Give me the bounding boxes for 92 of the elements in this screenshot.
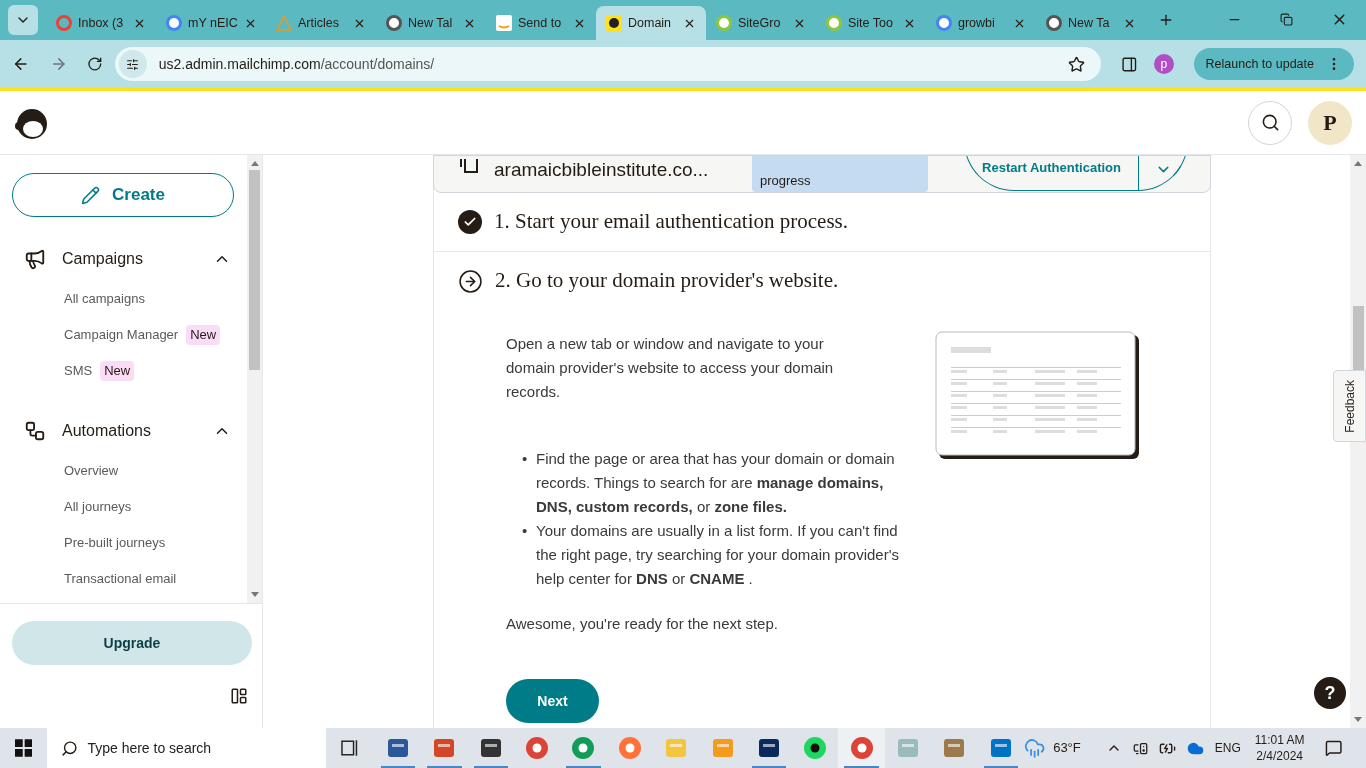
scroll-up-icon[interactable] [250, 161, 259, 166]
copy-icon[interactable] [460, 159, 478, 173]
relaunch-button[interactable]: Relaunch to update [1193, 48, 1354, 80]
account-avatar[interactable]: P [1308, 100, 1352, 145]
favicon-icon [276, 15, 292, 31]
nav-item[interactable]: Transactional email [64, 569, 177, 589]
ready-message: Awesome, you're ready for the next step. [506, 614, 779, 634]
nav-item[interactable]: All journeys [64, 497, 132, 517]
address-field[interactable]: us2.admin.mailchimp.com/account/domains/ [114, 47, 1102, 81]
nav-item[interactable]: All campaigns [64, 289, 145, 309]
favicon-icon [1046, 15, 1062, 31]
search-icon [61, 740, 79, 757]
restore-icon[interactable] [1280, 13, 1293, 26]
notifications-icon[interactable] [1324, 739, 1342, 757]
next-button[interactable]: Next [506, 679, 599, 723]
tab-search-button[interactable] [8, 5, 38, 35]
nav-item[interactable]: Campaign Manager [64, 325, 179, 345]
device-icon[interactable] [1132, 740, 1148, 756]
status-badge: progress [752, 156, 928, 192]
nav-item[interactable]: SMS [64, 361, 93, 381]
task-view-icon[interactable] [340, 739, 360, 757]
scrollbar-thumb[interactable] [249, 170, 260, 370]
nav-section[interactable]: Campaigns [12, 237, 235, 281]
tab-title: Send to [518, 14, 563, 32]
scrollbar-thumb[interactable] [1352, 306, 1364, 371]
url-text: us2.admin.mailchimp.com/account/domains/ [158, 54, 436, 74]
site-info-button[interactable] [118, 50, 147, 78]
favicon-icon [716, 15, 732, 31]
new-tab-icon[interactable] [1158, 12, 1174, 28]
help-button[interactable]: ? [1314, 677, 1346, 709]
step-title[interactable]: 1. Start your email authentication process. [494, 206, 848, 238]
workflow-icon [24, 420, 46, 442]
weather-icon[interactable] [1023, 737, 1046, 759]
favicon-icon [166, 15, 182, 31]
upgrade-button[interactable]: Upgrade [12, 621, 252, 665]
site-settings-icon [126, 57, 140, 71]
tab-title: Inbox (3 [78, 14, 125, 32]
side-panel-icon[interactable] [1121, 55, 1139, 73]
favicon-icon [386, 15, 402, 31]
tab-title: New Ta [1068, 14, 1111, 32]
tab-title: SiteGro [738, 14, 782, 32]
tab-title: Domain [628, 14, 673, 32]
browser-tab[interactable]: Domain [596, 6, 706, 40]
new-badge: New [100, 361, 135, 381]
clock[interactable]: 11:01 AM 2/4/2024 [1254, 732, 1305, 764]
scroll-down-icon[interactable] [1354, 717, 1362, 722]
domain-name: aramaicbibleinstitute.co... [494, 160, 710, 179]
browser-tab[interactable]: SiteGro [706, 6, 816, 40]
windows-start-icon[interactable] [15, 739, 33, 757]
step-description: Open a new tab or window and navigate to your domain provider's website to access your domain records. [506, 334, 835, 402]
instruction-text: Find the page or area that has your domain or domain records. Things to search for are manage domains, DNS, custom records, or zone files. [536, 449, 896, 517]
tab-title: Articles [298, 14, 340, 32]
browser-tab[interactable]: growbi [926, 6, 1036, 40]
bookmark-star-icon[interactable] [1068, 55, 1086, 73]
favicon-icon [606, 15, 622, 31]
scrollbar[interactable] [247, 155, 262, 603]
instruction-text: Your domains are usually in a list form. If you can't find the right page, try searching for your domain provider's help center for DNS or CNAME . [536, 521, 901, 589]
browser-tab[interactable]: Inbox (3 [46, 6, 156, 40]
search-icon [1260, 113, 1280, 132]
favicon-icon [936, 15, 952, 31]
profile-avatar[interactable]: p [1154, 54, 1174, 74]
new-badge: New [186, 325, 221, 345]
tab-title: mY nEIC [188, 14, 238, 32]
language-indicator[interactable]: ENG [1214, 739, 1241, 757]
favicon-icon [496, 15, 512, 31]
browser-tab[interactable]: New Tal [376, 6, 486, 40]
browser-tab[interactable]: New Ta [1036, 6, 1146, 40]
step-title[interactable]: 2. Go to your domain provider's website. [495, 265, 839, 297]
collapse-sidebar-icon[interactable] [230, 687, 248, 705]
weather-temperature[interactable]: 63°F [1053, 738, 1081, 758]
bullet-marker: • [522, 521, 529, 541]
browser-tab[interactable]: Articles [266, 6, 376, 40]
reload-icon[interactable] [87, 56, 103, 72]
feedback-tab[interactable]: Feedback [1333, 370, 1366, 442]
tab-title: New Tal [408, 14, 454, 32]
nav-item[interactable]: Overview [64, 461, 119, 481]
bullet-marker: • [522, 449, 529, 469]
nav-item[interactable]: Pre-built journeys [64, 533, 166, 553]
nav-section[interactable]: Automations [12, 409, 235, 453]
pencil-icon [81, 185, 101, 205]
megaphone-icon [24, 248, 46, 270]
browser-tab[interactable]: Site Too [816, 6, 926, 40]
taskbar-search-field[interactable]: Type here to search [47, 728, 326, 768]
favicon-icon [56, 15, 72, 31]
scroll-down-icon[interactable] [250, 592, 259, 597]
tab-title: Site Too [848, 14, 894, 32]
browser-tab[interactable]: mY nEIC [156, 6, 266, 40]
browser-tab[interactable]: Send to [486, 6, 596, 40]
scroll-up-icon[interactable] [1354, 161, 1362, 166]
tab-title: growbi [958, 14, 996, 32]
restart-authentication-button[interactable]: Restart Authentication [965, 156, 1139, 190]
favicon-icon [826, 15, 842, 31]
